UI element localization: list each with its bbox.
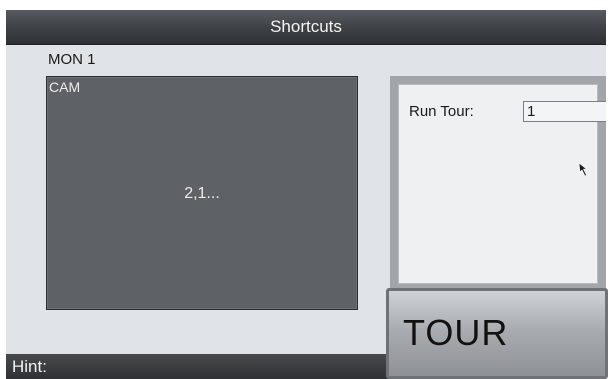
window-title: Shortcuts [6, 10, 606, 45]
hint-label: Hint: [12, 357, 47, 376]
camera-value: 2,1... [184, 185, 220, 202]
run-tour-area: Run Tour: [398, 84, 606, 284]
camera-panel[interactable]: CAM 2,1... [46, 76, 358, 310]
tour-button-label: TOUR [403, 312, 509, 353]
run-tour-input[interactable] [523, 101, 606, 122]
camera-label: CAM [49, 79, 81, 95]
monitor-label: MON 1 [48, 51, 96, 68]
run-tour-panel: Run Tour: [390, 76, 606, 292]
tour-button[interactable]: TOUR [386, 288, 608, 379]
screen: Shortcuts MON 1 CAM 2,1... Run Tour: Hin… [0, 0, 612, 379]
mouse-pointer-icon [578, 162, 588, 177]
run-tour-label: Run Tour: [409, 103, 474, 120]
